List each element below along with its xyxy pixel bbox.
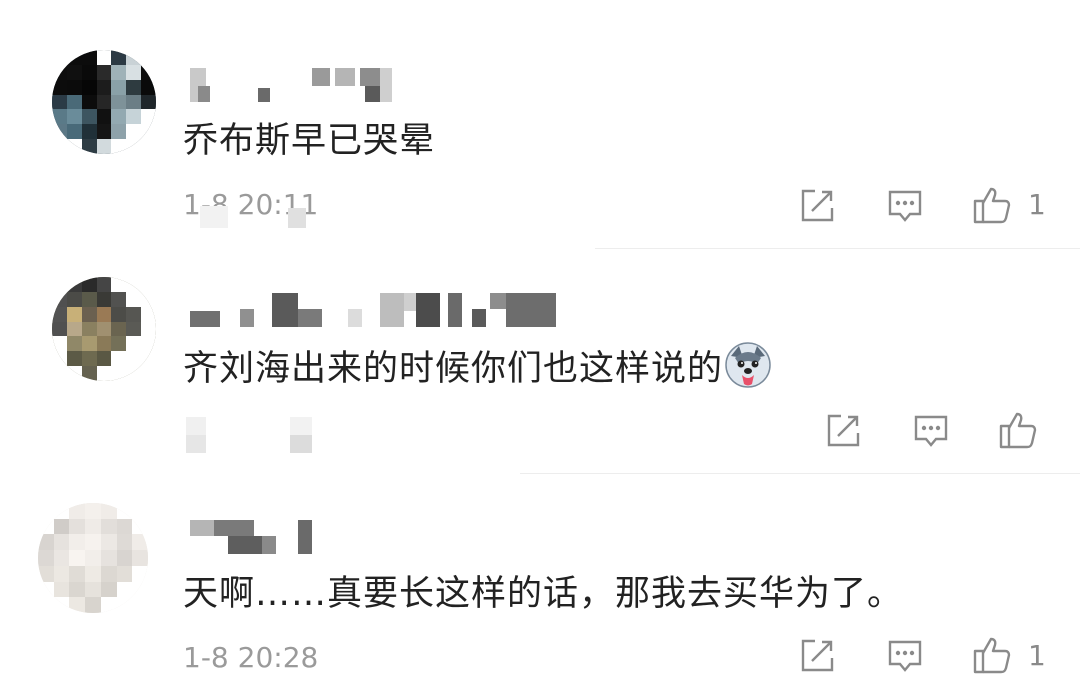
share-button[interactable] xyxy=(797,636,837,676)
reply-button[interactable] xyxy=(911,411,951,451)
comment-icon xyxy=(888,190,922,222)
comment-item: 齐刘海出来的时候你们也这样说的 xyxy=(0,250,1080,475)
thumbs-up-icon xyxy=(973,637,1011,674)
like-count: 1 xyxy=(1028,188,1046,221)
avatar[interactable] xyxy=(52,50,156,154)
comment-item: 乔布斯早已哭晕 1-8 20:11 1 xyxy=(0,0,1080,250)
avatar[interactable] xyxy=(38,503,148,613)
like-button[interactable] xyxy=(972,185,1012,225)
comment-text: 乔布斯早已哭晕 xyxy=(183,121,436,161)
timestamp-mask xyxy=(186,417,316,453)
divider xyxy=(595,248,1080,249)
like-count: 1 xyxy=(1028,639,1046,672)
reply-button[interactable] xyxy=(885,636,925,676)
timestamp-mask xyxy=(190,206,320,228)
share-icon xyxy=(827,414,860,447)
comment-timestamp: 1-8 20:28 xyxy=(183,641,319,674)
reply-button[interactable] xyxy=(885,186,925,226)
share-icon xyxy=(801,189,834,222)
username-pixelated[interactable] xyxy=(190,520,320,556)
username-pixelated[interactable] xyxy=(190,293,560,329)
thumbs-up-icon xyxy=(973,187,1011,224)
comment-icon xyxy=(914,415,948,447)
share-button[interactable] xyxy=(823,411,863,451)
share-icon xyxy=(801,639,834,672)
share-button[interactable] xyxy=(797,186,837,226)
thumbs-up-icon xyxy=(999,412,1037,449)
comment-text: 齐刘海出来的时候你们也这样说的 xyxy=(183,340,771,391)
divider xyxy=(520,473,1080,474)
comment-text: 天啊……真要长这样的话，那我去买华为了。 xyxy=(183,574,904,614)
like-button[interactable] xyxy=(972,635,1012,675)
avatar[interactable] xyxy=(52,277,156,381)
comment-icon xyxy=(888,640,922,672)
username-pixelated[interactable] xyxy=(190,68,400,104)
like-button[interactable] xyxy=(998,410,1038,450)
comment-item: 天啊……真要长这样的话，那我去买华为了。 1-8 20:28 1 xyxy=(0,475,1080,695)
husky-dog-emoji xyxy=(725,342,771,388)
comment-text-content: 齐刘海出来的时候你们也这样说的 xyxy=(183,349,724,389)
